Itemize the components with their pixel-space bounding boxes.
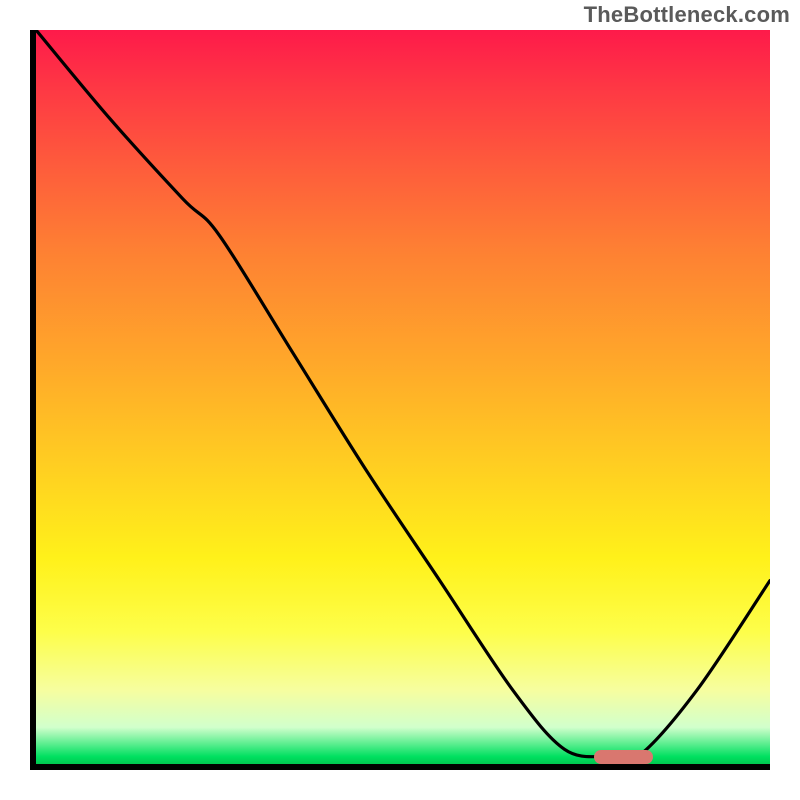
optimal-range-marker (594, 750, 653, 764)
chart-plot-area (30, 30, 770, 770)
curve-path (36, 30, 770, 762)
bottleneck-curve (36, 30, 770, 764)
watermark-text: TheBottleneck.com (584, 2, 790, 28)
